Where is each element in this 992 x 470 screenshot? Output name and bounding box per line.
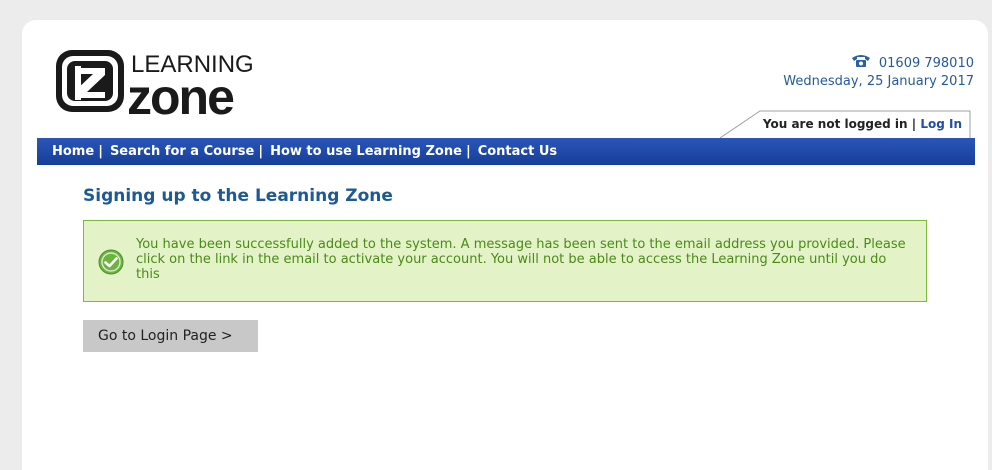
go-to-login-button[interactable]: Go to Login Page > [83,320,258,352]
main-nav: Home | Search for a Course | How to use … [37,138,975,165]
learning-zone-logo[interactable]: LEARNING zone [53,42,273,125]
nav-separator: | [465,144,471,159]
nav-search-course[interactable]: Search for a Course [103,144,254,159]
nav-separator: | [258,144,264,159]
current-date: Wednesday, 25 January 2017 [783,74,974,89]
check-circle-icon [98,249,124,279]
logo-text-bottom: zone [127,69,234,122]
contact-info: 01609 798010 Wednesday, 25 January 2017 [783,54,974,90]
login-status-text: You are not logged in | [762,117,917,131]
log-in-link[interactable]: Log In [920,117,962,131]
page-container: LEARNING zone 01609 798010 Wednesday, 25… [22,20,988,470]
logo-mark-icon [56,50,124,112]
telephone-icon [851,54,871,73]
alert-message: You have been successfully added to the … [136,237,906,282]
page-title: Signing up to the Learning Zone [83,186,393,206]
success-alert: You have been successfully added to the … [83,220,927,302]
nav-home[interactable]: Home [37,144,94,159]
login-tab: You are not logged in | Log In [720,109,972,139]
phone-number: 01609 798010 [878,56,974,71]
nav-contact-us[interactable]: Contact Us [471,144,557,159]
nav-how-to-use[interactable]: How to use Learning Zone [263,144,462,159]
nav-separator: | [98,144,103,159]
